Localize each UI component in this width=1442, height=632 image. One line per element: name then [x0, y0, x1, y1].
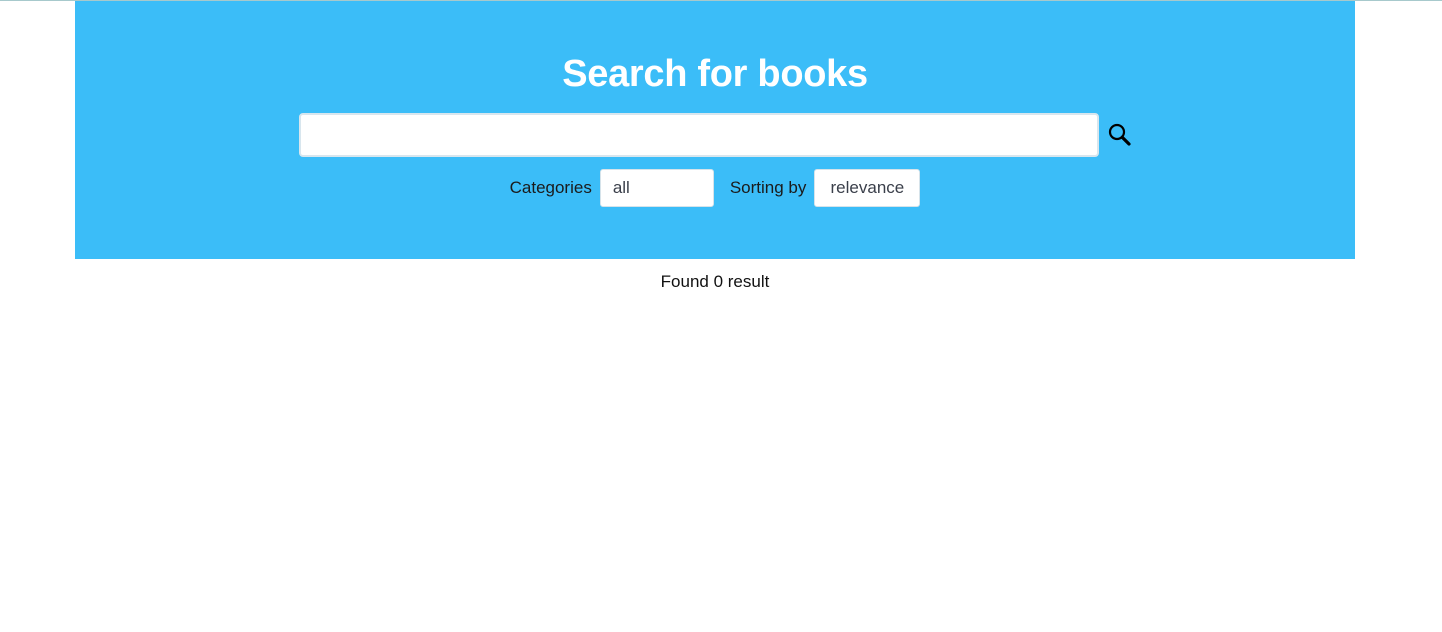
sorting-value: relevance: [830, 178, 905, 197]
search-button[interactable]: [1107, 122, 1133, 148]
page-title: Search for books: [562, 53, 868, 95]
search-header: Search for books Categories all Sorting …: [75, 1, 1355, 259]
sorting-label: Sorting by: [729, 178, 807, 197]
filter-bar: Categories all Sorting by relevance: [75, 169, 1355, 207]
search-input[interactable]: [299, 113, 1099, 157]
result-count: Found 0 result: [660, 272, 770, 291]
categories-label: Categories: [509, 178, 592, 197]
search-icon: [1107, 123, 1133, 151]
categories-value: all: [612, 178, 630, 197]
categories-select[interactable]: all: [599, 169, 714, 207]
sorting-select[interactable]: relevance: [814, 169, 921, 207]
